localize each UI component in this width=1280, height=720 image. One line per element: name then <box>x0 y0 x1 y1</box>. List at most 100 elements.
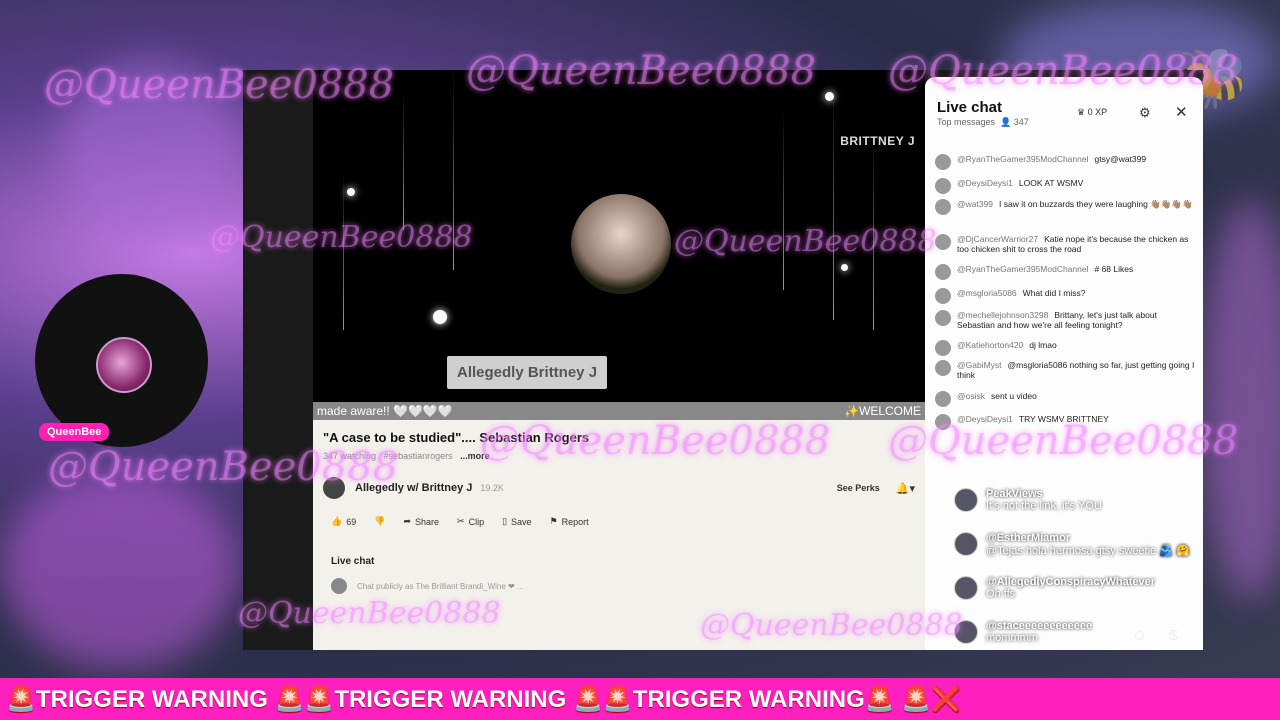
chat-avatar[interactable] <box>935 391 951 407</box>
chat-avatar[interactable] <box>935 234 951 250</box>
chat-username[interactable]: @wat399 <box>957 199 993 209</box>
hashtag-link[interactable]: #sebastianrogers <box>384 451 453 461</box>
chat-message: @DeysiDeysi1 TRY WSMV BRITTNEY <box>935 414 1197 430</box>
chat-text: I saw it on buzzards they were laughing … <box>999 199 1193 209</box>
rain-streak <box>343 170 344 330</box>
stream-info: "A case to be studied".... Sebastian Rog… <box>313 420 925 650</box>
overlay-username: @staceeeeeeeeeeee <box>986 620 1093 632</box>
trigger-warning-text: 🚨TRIGGER WARNING 🚨🚨TRIGGER WARNING 🚨🚨TRI… <box>6 685 962 713</box>
share-button[interactable]: ➦ Share <box>403 516 439 527</box>
overlay-footer: ☺ $ <box>1132 627 1178 644</box>
chat-username[interactable]: @msgloria5086 <box>957 288 1017 298</box>
live-chat-label: Live chat <box>331 556 375 567</box>
rain-streak <box>403 90 404 230</box>
channel-name[interactable]: Allegedly w/ Brittney J <box>355 482 472 494</box>
chat-message: @DeysiDeysi1 LOOK AT WSMV <box>935 178 1197 194</box>
chat-avatar[interactable] <box>935 288 951 304</box>
overlay-text: It's not the link, it's YOU <box>986 500 1102 512</box>
save-button[interactable]: ▯ Save <box>502 516 531 527</box>
chat-message: @DjCancerWarrior27 Katie nope it's becaus… <box>935 234 1197 254</box>
close-icon[interactable]: ✕ <box>1175 103 1188 121</box>
channel-row: Allegedly w/ Brittney J 19.2K See Perks … <box>323 476 915 500</box>
ticker-left-text: made aware!! 🤍🤍🤍🤍 <box>317 404 453 418</box>
overlay-chat-message: @EstherMiamor @Tejas hola hermosa gtsy sw… <box>954 532 1214 557</box>
video-caption: Allegedly Brittney J <box>447 356 608 389</box>
chat-header: Live chat Top messages 👤 347 ♛ 0 XP ⚙ ✕ <box>925 77 1203 131</box>
user-avatar <box>331 578 347 594</box>
chat-username[interactable]: @RyanTheGamer395ModChannel <box>957 154 1088 164</box>
chat-placeholder: Chat publicly as The Brilliant Brandi_Wi… <box>357 581 524 591</box>
xp-value: 0 XP <box>1087 107 1108 117</box>
overlay-username: PeakViews <box>986 488 1043 500</box>
host-photo <box>571 194 671 294</box>
bokeh-light <box>60 60 240 240</box>
light-dot <box>433 310 447 324</box>
chat-text: LOOK AT WSMV <box>1018 178 1084 188</box>
chat-avatar[interactable] <box>935 199 951 215</box>
chat-text: # 68 Likes <box>1094 264 1134 274</box>
overlay-text: mommmm <box>986 632 1038 644</box>
save-label: Save <box>511 516 532 527</box>
thumbs-up-icon: 👍 <box>331 516 343 526</box>
xp-badge[interactable]: ♛ 0 XP <box>1077 107 1107 118</box>
chat-avatar[interactable] <box>935 264 951 280</box>
filter-icon[interactable]: ⚙ <box>1139 105 1151 121</box>
report-button[interactable]: ⚑ Report <box>550 516 589 527</box>
chat-username[interactable]: @RyanTheGamer395ModChannel <box>957 264 1088 274</box>
viewer-count: 347 <box>1013 117 1029 127</box>
share-icon: ➦ <box>403 516 411 526</box>
clip-label: Clip <box>468 516 485 527</box>
like-count: 69 <box>346 516 357 527</box>
rain-streak <box>833 80 834 320</box>
chat-username[interactable]: @mechellejohnson3298 <box>957 310 1048 320</box>
chat-avatar[interactable] <box>935 154 951 170</box>
chat-username[interactable]: @DeysiDeysi1 <box>957 414 1013 424</box>
chat-title: Live chat <box>937 99 1003 116</box>
chat-username[interactable]: @Katiehorton420 <box>957 340 1023 350</box>
like-button[interactable]: 👍 69 <box>331 516 356 527</box>
overlay-username: @AllegedlyConspiracyWhatever <box>986 576 1156 588</box>
queen-bee-logo-icon <box>96 337 152 393</box>
more-link[interactable]: ...more <box>460 451 490 461</box>
chat-avatar[interactable] <box>935 178 951 194</box>
chat-username[interactable]: @osisk <box>957 391 985 401</box>
watching-count: 347 watching <box>323 451 377 461</box>
overlay-avatar <box>954 488 978 512</box>
chat-message: @RyanTheGamer395ModChannel gtsy@wat399 <box>935 154 1197 170</box>
bell-icon[interactable]: 🔔▾ <box>896 482 915 495</box>
thumbs-down-icon: 👎 <box>374 516 386 526</box>
chat-text: dj lmao <box>1029 340 1057 350</box>
chat-avatar[interactable] <box>935 414 951 430</box>
video-ticker: made aware!! 🤍🤍🤍🤍 ✨WELCOME <box>313 402 925 420</box>
chat-avatar[interactable] <box>935 340 951 356</box>
chat-text: gtsy@wat399 <box>1094 154 1147 164</box>
emoji-icon[interactable]: ☺ <box>1132 627 1147 644</box>
rain-streak <box>873 130 874 330</box>
money-icon[interactable]: $ <box>1169 627 1177 644</box>
overlay-text: @Tejas hola hermosa gtsy sweetie 🫂 🤗 <box>986 545 1190 557</box>
clip-button[interactable]: ✂ Clip <box>457 516 484 527</box>
chat-message: @msgloria5086 What did I miss? <box>935 288 1197 304</box>
ticker-right-text: ✨WELCOME <box>844 404 921 418</box>
chat-input[interactable]: Chat publicly as The Brilliant Brandi_Wi… <box>331 578 524 594</box>
overlay-avatar <box>954 532 978 556</box>
bokeh-light <box>0 470 240 670</box>
chat-message: @RyanTheGamer395ModChannel # 68 Likes <box>935 264 1197 280</box>
video-player[interactable]: BRITTNEY J Allegedly Brittney J <box>313 70 925 402</box>
channel-avatar[interactable] <box>323 477 345 499</box>
see-perks-button[interactable]: See Perks <box>837 483 880 493</box>
chat-message: @osisk sent u video <box>935 391 1197 407</box>
chat-username[interactable]: @DeysiDeysi1 <box>957 178 1013 188</box>
report-label: Report <box>561 516 589 527</box>
action-bar: 👍 69 👎 ➦ Share ✂ Clip ▯ Save ⚑ Report <box>331 516 589 527</box>
dislike-button[interactable]: 👎 <box>374 516 385 527</box>
chat-username[interactable]: @DjCancerWarrior27 <box>957 234 1038 244</box>
chat-avatar[interactable] <box>935 310 951 326</box>
chat-username[interactable]: @GabiMyst <box>957 360 1002 370</box>
chat-message: @GabiMyst @msgloria5086 nothing so far, j… <box>935 360 1197 380</box>
top-messages-label: Top messages <box>937 117 996 127</box>
chat-avatar[interactable] <box>935 360 951 376</box>
subscriber-count: 19.2K <box>480 483 504 493</box>
chat-text: TRY WSMV BRITTNEY <box>1018 414 1109 424</box>
chat-subtitle[interactable]: Top messages 👤 347 <box>937 117 1029 128</box>
